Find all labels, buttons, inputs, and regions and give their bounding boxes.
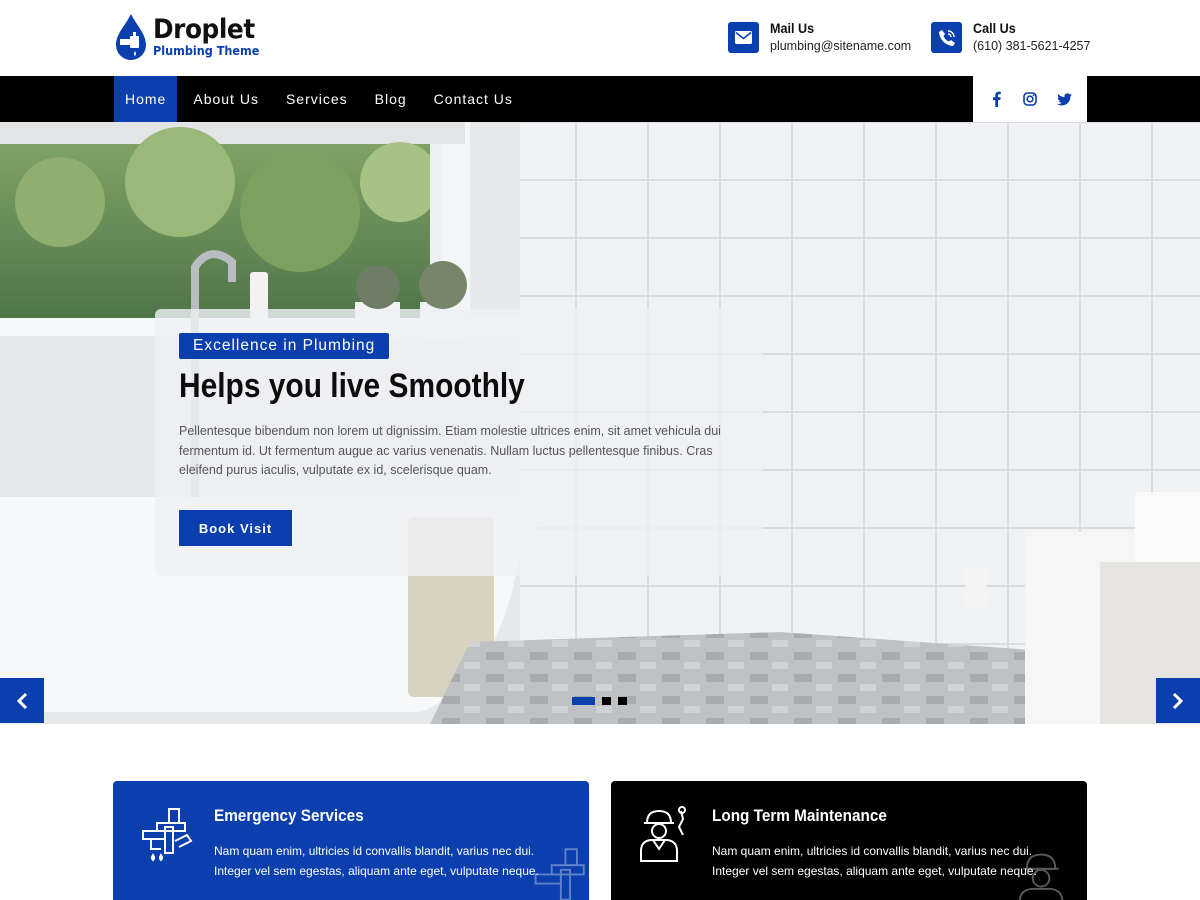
service-title: Emergency Services bbox=[214, 806, 364, 825]
instagram-icon[interactable] bbox=[1020, 89, 1040, 109]
plumber-worker-icon bbox=[640, 806, 686, 862]
service-text: Nam quam enim, ultricies id convallis bl… bbox=[712, 844, 1037, 878]
nav-item-home[interactable]: Home bbox=[114, 76, 178, 122]
book-visit-button[interactable]: Book Visit bbox=[179, 510, 292, 546]
slider-prev-button[interactable] bbox=[0, 678, 44, 723]
envelope-icon bbox=[728, 22, 759, 53]
mail-title: Mail Us bbox=[770, 20, 815, 36]
call-title: Call Us bbox=[973, 20, 1016, 36]
nav-item-blog[interactable]: Blog bbox=[364, 76, 418, 122]
nav-item-contact-us[interactable]: Contact Us bbox=[423, 76, 524, 122]
slider-dots bbox=[572, 697, 634, 705]
slider-next-button[interactable] bbox=[1156, 678, 1200, 723]
hero-content-panel: Excellence in Plumbing Helps you live Sm… bbox=[155, 309, 763, 576]
hero-badge: Excellence in Plumbing bbox=[179, 333, 390, 359]
nav-item-about-us[interactable]: About Us bbox=[182, 76, 270, 122]
service-card-emergency[interactable]: Emergency Services Nam quam enim, ultric… bbox=[113, 781, 589, 900]
pipe-wrench-icon bbox=[142, 808, 193, 862]
brand-name: Droplet bbox=[153, 14, 255, 46]
service-title: Long Term Maintenance bbox=[712, 806, 887, 825]
chevron-right-icon bbox=[1172, 692, 1184, 709]
brand-tagline: Plumbing Theme bbox=[153, 43, 260, 59]
main-navbar: Home About Us Services Blog Contact Us bbox=[0, 76, 1200, 122]
service-text: Nam quam enim, ultricies id convallis bl… bbox=[214, 844, 539, 878]
mail-contact: Mail Us plumbing@sitename.com bbox=[728, 20, 911, 53]
social-links bbox=[973, 76, 1087, 122]
site-logo[interactable]: Droplet Plumbing Theme bbox=[113, 12, 271, 62]
twitter-icon[interactable] bbox=[1054, 89, 1074, 109]
facebook-icon[interactable] bbox=[986, 89, 1006, 109]
hero-headline: Helps you live Smoothly bbox=[179, 367, 525, 405]
slider-dot-3[interactable] bbox=[618, 697, 627, 705]
mail-address[interactable]: plumbing@sitename.com bbox=[770, 39, 911, 53]
droplet-logo-icon bbox=[116, 14, 146, 60]
slider-dot-1[interactable] bbox=[572, 697, 595, 705]
nav-item-services[interactable]: Services bbox=[275, 76, 359, 122]
chevron-left-icon bbox=[16, 692, 28, 709]
service-card-maintenance[interactable]: Long Term Maintenance Nam quam enim, ult… bbox=[611, 781, 1087, 900]
call-number[interactable]: (610) 381-5621-4257 bbox=[973, 39, 1090, 53]
hero-description: Pellentesque bibendum non lorem ut digni… bbox=[179, 424, 721, 477]
phone-icon bbox=[931, 22, 962, 53]
main-nav: Home About Us Services Blog Contact Us bbox=[114, 76, 529, 122]
site-header: Droplet Plumbing Theme Mail Us plumbing@… bbox=[0, 0, 1200, 76]
slider-dot-2[interactable] bbox=[602, 697, 611, 705]
call-contact: Call Us (610) 381-5621-4257 bbox=[931, 20, 1090, 53]
hero-slider: Excellence in Plumbing Helps you live Sm… bbox=[0, 122, 1200, 724]
